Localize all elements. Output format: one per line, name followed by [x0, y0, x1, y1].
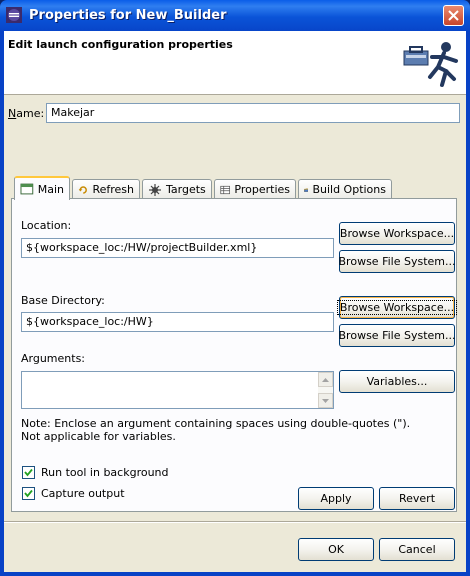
dialog-header: Edit launch configuration properties: [4, 31, 466, 95]
capture-output-option[interactable]: Capture output: [22, 487, 125, 500]
window-frame-right: [466, 31, 470, 576]
ok-button[interactable]: OK: [298, 538, 374, 561]
tab-properties-label: Properties: [234, 183, 290, 196]
header-title: Edit launch configuration properties: [8, 38, 233, 51]
base-directory-label: Base Directory:: [21, 294, 105, 307]
targets-icon: [149, 183, 161, 196]
window-title: Properties for New_Builder: [29, 8, 227, 23]
checkmark-icon: [24, 489, 33, 498]
refresh-icon: [78, 185, 87, 194]
tab-targets[interactable]: Targets: [142, 179, 212, 199]
checkmark-icon: [24, 468, 33, 477]
cancel-button[interactable]: Cancel: [379, 538, 455, 561]
scroll-down-button[interactable]: [318, 393, 333, 408]
location-browse-workspace-button[interactable]: Browse Workspace...: [339, 222, 455, 245]
tab-main[interactable]: Main: [14, 176, 70, 200]
running-man-toolbox-icon: [403, 42, 458, 87]
location-label: Location:: [21, 219, 72, 232]
note-line-1: Note: Enclose an argument containing spa…: [21, 417, 411, 430]
tab-refresh[interactable]: Refresh: [72, 179, 140, 199]
arrow-down-icon: [322, 398, 329, 403]
eclipse-icon: [6, 7, 22, 23]
dialog-separator: [4, 521, 466, 523]
arguments-textarea[interactable]: [21, 371, 334, 409]
run-background-checkbox[interactable]: [22, 466, 35, 479]
tab-build-options[interactable]: Build Options: [298, 179, 392, 199]
tab-panel-main: Location: ${workspace_loc:/HW/projectBui…: [11, 198, 458, 512]
dialog-body: Edit launch configuration properties Nam…: [4, 31, 466, 572]
location-browse-filesystem-button[interactable]: Browse File System...: [339, 250, 455, 273]
close-button[interactable]: [443, 5, 464, 26]
revert-button[interactable]: Revert: [379, 487, 455, 510]
scroll-up-button[interactable]: [318, 372, 333, 387]
name-input[interactable]: Makejar: [46, 103, 460, 123]
tab-targets-label: Targets: [166, 183, 206, 196]
arguments-scrollbar[interactable]: [318, 372, 333, 408]
close-icon: [448, 10, 459, 21]
arguments-label: Arguments:: [21, 352, 86, 365]
base-directory-browse-filesystem-button[interactable]: Browse File System...: [339, 324, 455, 347]
arguments-note: Note: Enclose an argument containing spa…: [21, 417, 410, 443]
arrow-up-icon: [322, 377, 329, 382]
apply-button[interactable]: Apply: [298, 487, 374, 510]
properties-icon: [220, 185, 231, 194]
tab-main-label: Main: [37, 182, 64, 196]
tab-refresh-label: Refresh: [92, 183, 134, 196]
capture-output-checkbox[interactable]: [22, 487, 35, 500]
note-line-2: Not applicable for variables.: [21, 430, 176, 443]
window-frame-bottom: [0, 572, 470, 576]
tab-build-options-label: Build Options: [312, 183, 386, 196]
capture-output-label: Capture output: [41, 487, 125, 500]
base-directory-browse-workspace-button[interactable]: Browse Workspace...: [336, 296, 458, 319]
tab-properties[interactable]: Properties: [214, 179, 296, 199]
name-label: Name:: [8, 107, 45, 120]
run-background-option[interactable]: Run tool in background: [22, 466, 169, 479]
location-input[interactable]: ${workspace_loc:/HW/projectBuilder.xml}: [21, 238, 334, 258]
title-bar[interactable]: Properties for New_Builder: [0, 0, 470, 31]
run-background-label: Run tool in background: [41, 466, 169, 479]
properties-dialog: Properties for New_Builder Edit launch c…: [0, 0, 470, 576]
folder-icon: [304, 188, 309, 192]
variables-button[interactable]: Variables...: [339, 370, 455, 393]
main-tab-icon: [20, 183, 34, 195]
base-directory-input[interactable]: ${workspace_loc:/HW}: [21, 312, 334, 332]
